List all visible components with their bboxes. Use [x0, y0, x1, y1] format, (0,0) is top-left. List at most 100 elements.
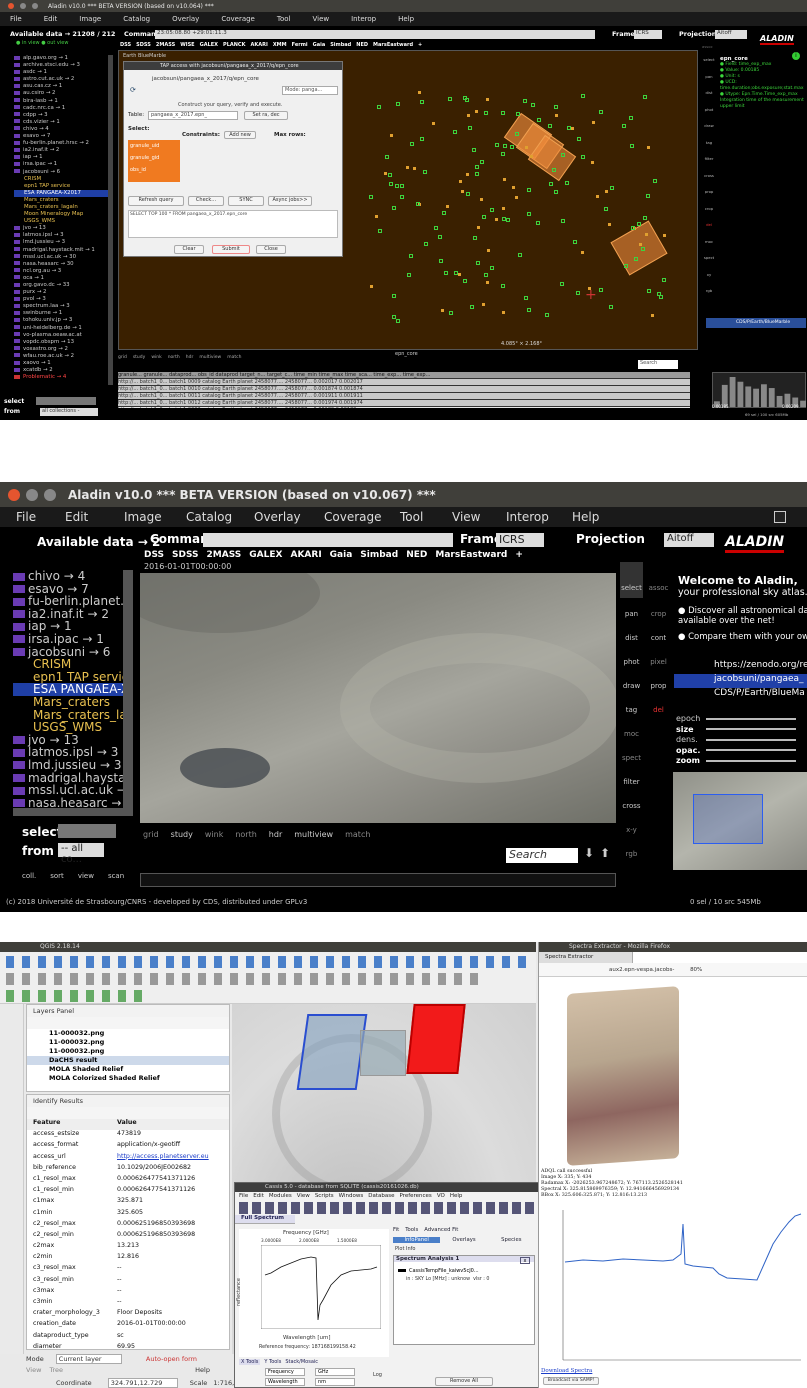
minimize-button[interactable]	[26, 488, 38, 501]
menu-catalog[interactable]: Catalog	[186, 510, 254, 524]
arrow-down-icon[interactable]: ⬇	[584, 846, 594, 860]
window-icons[interactable]	[774, 511, 786, 523]
source-marker[interactable]	[391, 314, 396, 319]
sync-select[interactable]: SYNC	[228, 196, 264, 206]
spectral-image[interactable]	[567, 986, 679, 1166]
identify-row[interactable]: dataproduct_type sc	[27, 1332, 229, 1343]
select-tool[interactable]: select	[700, 52, 718, 69]
source-marker[interactable]	[573, 239, 578, 244]
tab-full-spectrum[interactable]: Full Spectrum	[235, 1215, 295, 1224]
xy-tool[interactable]: xy	[700, 267, 718, 284]
tab-stack[interactable]: Stack/Mosaic	[285, 1359, 318, 1365]
wink-icon[interactable]: wink	[205, 830, 223, 839]
tree-item[interactable]: ia2.inaf.it → 2	[14, 147, 108, 154]
source-marker[interactable]	[448, 96, 453, 101]
mode-select[interactable]: Current layer	[55, 1354, 122, 1364]
tree-hscroll[interactable]	[13, 808, 133, 816]
source-marker[interactable]	[486, 281, 490, 284]
source-marker[interactable]	[621, 124, 626, 129]
source-marker[interactable]	[369, 194, 373, 199]
source-marker[interactable]	[466, 191, 471, 196]
survey-fermi[interactable]: Fermi	[292, 42, 308, 48]
draw-tool[interactable]: draw	[620, 670, 643, 694]
identify-row[interactable]: c2_resol_min 0.000625196850393698	[27, 1231, 229, 1242]
arrow-up-icon[interactable]: ⬆	[600, 846, 610, 860]
source-marker[interactable]	[422, 170, 427, 175]
identify-row[interactable]: creation_date 2016-01-01T00:00:00	[27, 1320, 229, 1331]
source-marker[interactable]	[464, 97, 469, 102]
source-marker[interactable]	[503, 178, 507, 182]
select-input[interactable]	[36, 397, 96, 405]
view-button[interactable]: view	[78, 872, 94, 880]
source-marker[interactable]	[645, 233, 649, 237]
check-button[interactable]: Check...	[188, 196, 224, 206]
layer-item-selected[interactable]: jacobsuni/pangaea_	[674, 674, 807, 688]
overview-map[interactable]	[673, 772, 807, 870]
source-marker[interactable]	[489, 265, 494, 270]
tree-item[interactable]: uni-heidelberg.de → 1	[14, 325, 108, 332]
minimize-button[interactable]	[20, 3, 26, 9]
source-marker[interactable]	[501, 207, 505, 211]
source-marker[interactable]	[554, 113, 558, 117]
moc-tool[interactable]: moc	[620, 718, 643, 739]
survey-2mass[interactable]: 2MASS	[207, 550, 242, 560]
source-marker[interactable]	[647, 288, 652, 293]
source-marker[interactable]	[395, 318, 400, 323]
coordinate-field[interactable]: 324.791,12.729	[107, 1378, 178, 1388]
source-marker[interactable]	[595, 194, 599, 198]
tree-item[interactable]: voxastro.org → 2	[14, 346, 108, 353]
tree-item[interactable]: latmos.ipsl → 3	[14, 232, 108, 239]
tree-item[interactable]: tohoku.univ.jp → 3	[14, 317, 108, 324]
menu-file[interactable]: File	[16, 510, 60, 524]
source-marker[interactable]	[581, 251, 585, 255]
maximize-button[interactable]	[32, 3, 38, 9]
view-select[interactable]: Tree	[50, 1366, 64, 1374]
source-marker[interactable]	[441, 309, 445, 313]
layer-item[interactable]: MOLA Shaded Relief	[27, 1065, 229, 1074]
cassis-menu-preferences[interactable]: Preferences	[399, 1192, 431, 1201]
epoch-slider[interactable]: epoch	[676, 714, 807, 725]
source-marker[interactable]	[524, 145, 528, 149]
menu-coverage[interactable]: Coverage	[221, 15, 255, 23]
tree-item[interactable]: jacobsuni → 6	[14, 169, 108, 176]
tree-item[interactable]: iap → 1	[14, 154, 108, 161]
column-item[interactable]: granule_uid	[130, 140, 180, 152]
source-marker[interactable]	[638, 243, 642, 247]
source-marker[interactable]	[470, 304, 475, 309]
help-button[interactable]: Help	[195, 1366, 210, 1374]
column-item[interactable]: obs_id	[130, 164, 180, 176]
survey-simbad[interactable]: Simbad	[330, 42, 351, 48]
identify-row[interactable]: c1max 325.871	[27, 1197, 229, 1208]
source-marker[interactable]	[384, 171, 388, 175]
sort-button[interactable]: sort	[50, 872, 64, 880]
crop-tool[interactable]: crop	[647, 598, 670, 622]
source-marker[interactable]	[553, 190, 558, 195]
source-marker[interactable]	[591, 121, 595, 125]
identify-row[interactable]: c1_resol_min 0.000626477541371126	[27, 1186, 229, 1197]
close-button[interactable]	[8, 488, 20, 501]
cassis-menu-edit[interactable]: Edit	[253, 1192, 264, 1201]
source-marker[interactable]	[510, 145, 515, 150]
source-marker[interactable]	[494, 217, 498, 221]
source-marker[interactable]	[472, 148, 477, 153]
samp-button[interactable]: Broadcast via SAMP!	[543, 1377, 599, 1385]
tree-item[interactable]: org.gavo.dc → 33	[14, 282, 108, 289]
survey-wise[interactable]: WISE	[180, 42, 194, 48]
source-marker[interactable]	[516, 112, 521, 117]
source-marker[interactable]	[449, 310, 453, 315]
source-marker[interactable]	[396, 101, 401, 106]
tree-item[interactable]: fu-berlin.planet.hrsc → 2	[14, 140, 108, 147]
source-marker[interactable]	[515, 196, 519, 200]
tree-item[interactable]: nasa.heasarc → 30	[14, 261, 108, 268]
source-marker[interactable]	[419, 137, 424, 142]
pan-tool[interactable]: pan	[620, 598, 643, 622]
menu-help[interactable]: Help	[398, 15, 414, 23]
close-button[interactable]	[8, 3, 14, 9]
source-marker[interactable]	[646, 145, 650, 149]
source-marker[interactable]	[482, 215, 487, 220]
tree-item[interactable]: irsa.ipac → 1	[14, 161, 108, 168]
tree-item[interactable]: Problematic → 4	[14, 374, 108, 381]
crop-tool[interactable]: crop	[700, 201, 718, 218]
source-marker[interactable]	[535, 221, 540, 226]
tree-item[interactable]: oca → 1	[14, 275, 108, 282]
